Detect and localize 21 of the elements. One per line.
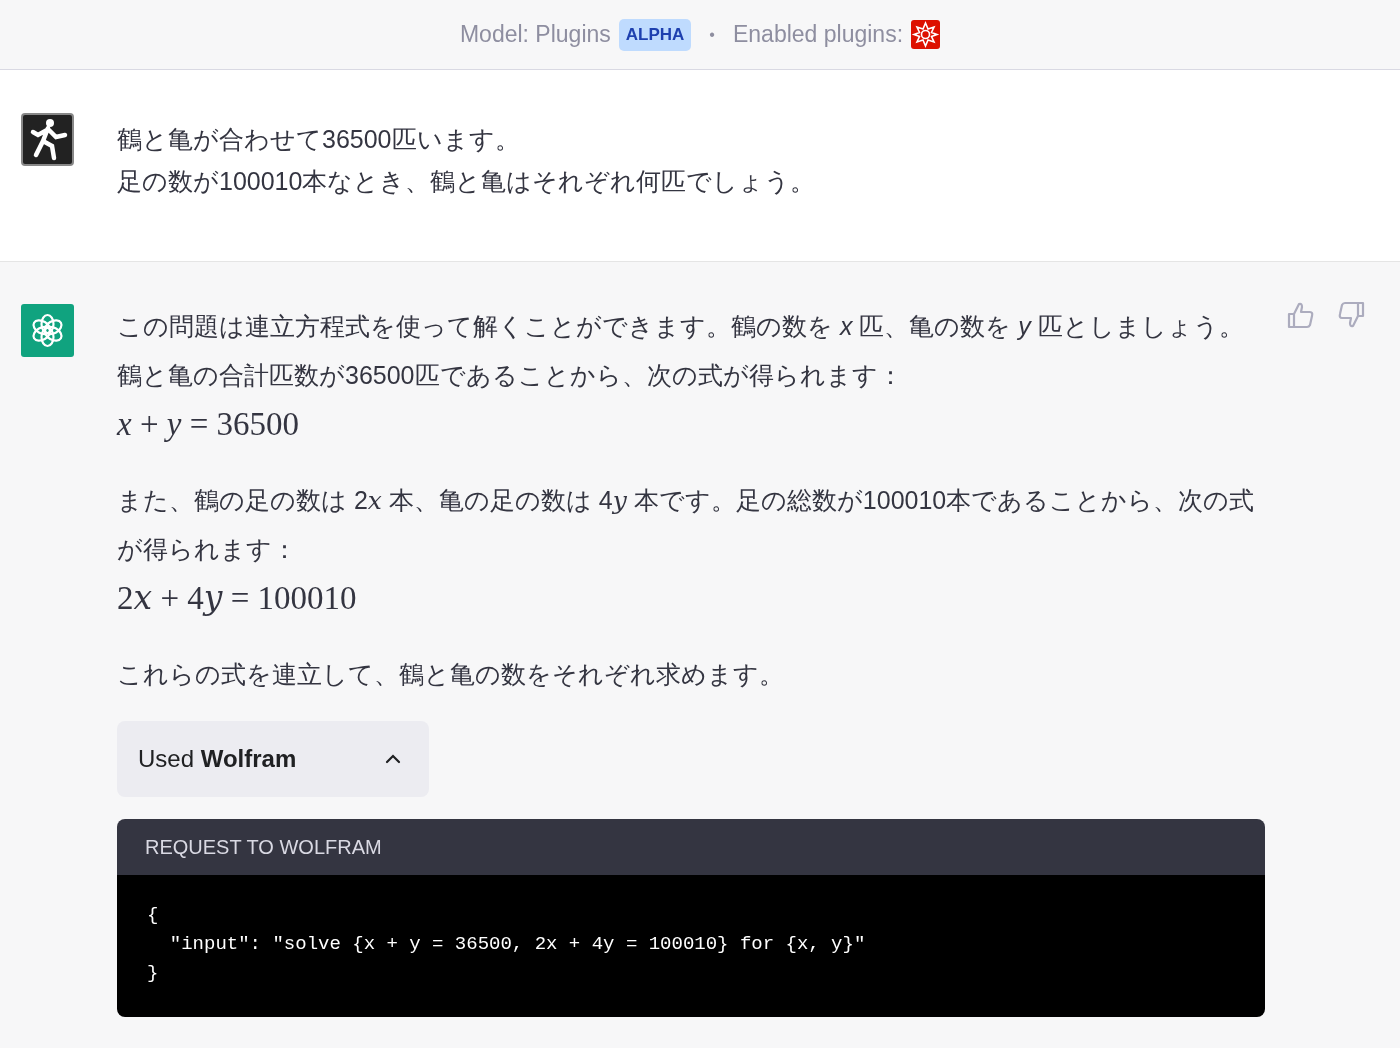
answer-paragraph: また、鶴の足の数は 2x 本、亀の足の数は 4y 本です。足の総数が100010本であることから、次の式が得られます：	[117, 485, 1256, 565]
separator-dot: •	[709, 25, 715, 44]
knot-logo-avatar-icon	[21, 304, 74, 357]
thumbs-down-button[interactable]	[1337, 300, 1365, 330]
snowflake-logo-icon	[911, 20, 941, 49]
code-line: }	[147, 961, 160, 986]
user-message-line: 足の数が100010本なとき、鶴と亀はそれぞれ何匹でしょう。	[117, 166, 816, 197]
code-block-title: REQUEST TO WOLFRAM	[145, 835, 382, 859]
used-plugin-toggle[interactable]: Used Wolfram	[117, 721, 429, 797]
model-label: Model: Plugins	[459, 21, 611, 48]
equation: 2x + 4y = 100010	[117, 578, 358, 618]
user-message-line: 鶴と亀が合わせて36500匹います。	[117, 124, 521, 155]
running-figure-avatar-icon	[21, 113, 74, 166]
plugins-label: Enabled plugins:	[732, 21, 904, 48]
equation: x + y = 36500	[117, 405, 301, 444]
thumbs-up-button[interactable]	[1287, 300, 1315, 330]
answer-paragraph: この問題は連立方程式を使って解くことができます。鶴の数を x 匹、亀の数を y 匹としましょう。鶴と亀の合計匹数が36500匹であることから、次の式が得られます：	[117, 311, 1245, 391]
code-line: {	[147, 903, 160, 928]
code-line: "input": "solve {x + y = 36500, 2x + 4y = 100010} for {x, y}"	[168, 932, 867, 957]
answer-paragraph: これらの式を連立して、鶴と亀の数をそれぞれ求めます。	[117, 659, 785, 690]
alpha-badge: ALPHA	[618, 18, 692, 51]
